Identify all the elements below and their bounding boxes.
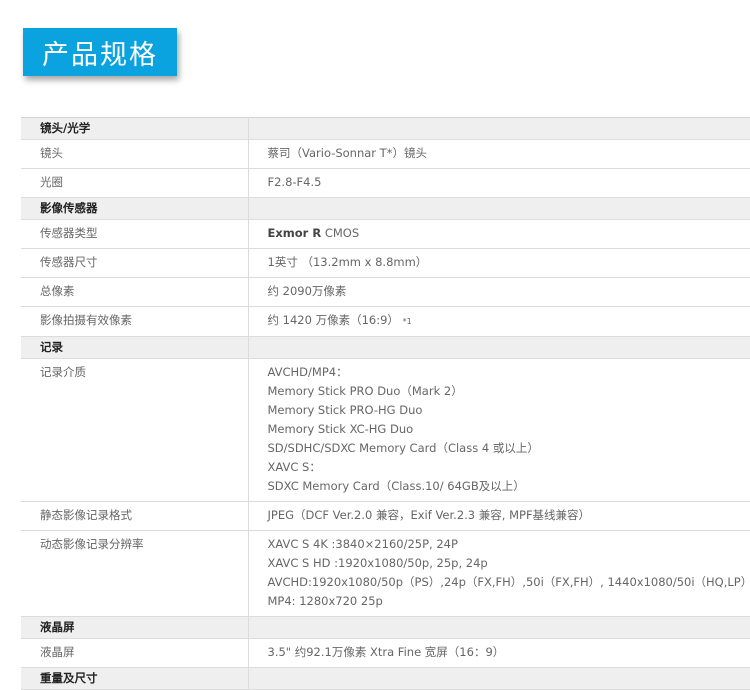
value-line: SD/SDHC/SDXC Memory Card（Class 4 或以上） [268,439,750,458]
section-header-recording: 记录 [21,337,750,359]
row-value: JPEG（DCF Ver.2.0 兼容，Exif Ver.2.3 兼容, MPF… [248,502,750,531]
row-label: 记录介质 [21,359,248,502]
value-line: XAVC S HD :1920x1080/50p, 25p, 24p [268,554,750,573]
table-row: 液晶屏 3.5" 约92.1万像素 Xtra Fine 宽屏（16：9） [21,639,750,668]
row-label: 影像拍摄有效像素 [21,307,248,337]
section-title: 影像传感器 [21,198,248,220]
table-row: 影像拍摄有效像素 约 1420 万像素（16:9） *1 [21,307,750,337]
value-line: Memory Stick XC-HG Duo [268,420,750,439]
section-header-weight: 重量及尺寸 [21,668,750,690]
row-value: Exmor R CMOS [248,220,750,249]
row-value: XAVC S 4K :3840×2160/25P, 24P XAVC S HD … [248,531,750,617]
spec-table: 镜头/光学 镜头 蔡司（Vario-Sonnar T*）镜头 光圈 F2.8-F… [21,117,750,690]
row-value: 约 1420 万像素（16:9） *1 [248,307,750,337]
sensor-brand: Exmor R [268,226,322,240]
section-header-sensor: 影像传感器 [21,198,750,220]
row-value: F2.8-F4.5 [248,169,750,198]
sensor-type-rest: CMOS [321,226,359,240]
table-row: 传感器类型 Exmor R CMOS [21,220,750,249]
value-line: Memory Stick PRO Duo（Mark 2） [268,382,750,401]
table-row: 记录介质 AVCHD/MP4： Memory Stick PRO Duo（Mar… [21,359,750,502]
section-title: 液晶屏 [21,617,248,639]
row-label: 动态影像记录分辨率 [21,531,248,617]
table-row: 总像素 约 2090万像素 [21,278,750,307]
value-line: SDXC Memory Card（Class.10/ 64GB及以上） [268,477,750,496]
value-line: AVCHD:1920x1080/50p（PS）,24p（FX,FH）,50i（F… [268,573,750,592]
row-label: 光圈 [21,169,248,198]
value-line: AVCHD/MP4： [268,363,750,382]
page-title: 产品规格 [23,28,177,76]
row-label: 传感器尺寸 [21,249,248,278]
row-label: 镜头 [21,140,248,169]
row-label: 静态影像记录格式 [21,502,248,531]
row-label: 液晶屏 [21,639,248,668]
row-value: AVCHD/MP4： Memory Stick PRO Duo（Mark 2） … [248,359,750,502]
table-row: 传感器尺寸 1英寸 （13.2mm x 8.8mm） [21,249,750,278]
row-value: 蔡司（Vario-Sonnar T*）镜头 [248,140,750,169]
table-row: 静态影像记录格式 JPEG（DCF Ver.2.0 兼容，Exif Ver.2.… [21,502,750,531]
table-row: 动态影像记录分辨率 XAVC S 4K :3840×2160/25P, 24P … [21,531,750,617]
row-value: 约 2090万像素 [248,278,750,307]
section-header-lcd: 液晶屏 [21,617,750,639]
row-value: 1英寸 （13.2mm x 8.8mm） [248,249,750,278]
table-row: 镜头 蔡司（Vario-Sonnar T*）镜头 [21,140,750,169]
value-line: XAVC S 4K :3840×2160/25P, 24P [268,535,750,554]
section-title: 重量及尺寸 [21,668,248,690]
table-row: 光圈 F2.8-F4.5 [21,169,750,198]
row-label: 总像素 [21,278,248,307]
value-line: Memory Stick PRO-HG Duo [268,401,750,420]
row-label: 传感器类型 [21,220,248,249]
footnote-marker: *1 [403,317,412,326]
value-line: MP4: 1280x720 25p [268,592,750,611]
effective-pixels: 约 1420 万像素（16:9） [268,313,399,327]
section-title: 记录 [21,337,248,359]
section-title: 镜头/光学 [21,118,248,140]
section-header-lens: 镜头/光学 [21,118,750,140]
row-value: 3.5" 约92.1万像素 Xtra Fine 宽屏（16：9） [248,639,750,668]
value-line: XAVC S： [268,458,750,477]
